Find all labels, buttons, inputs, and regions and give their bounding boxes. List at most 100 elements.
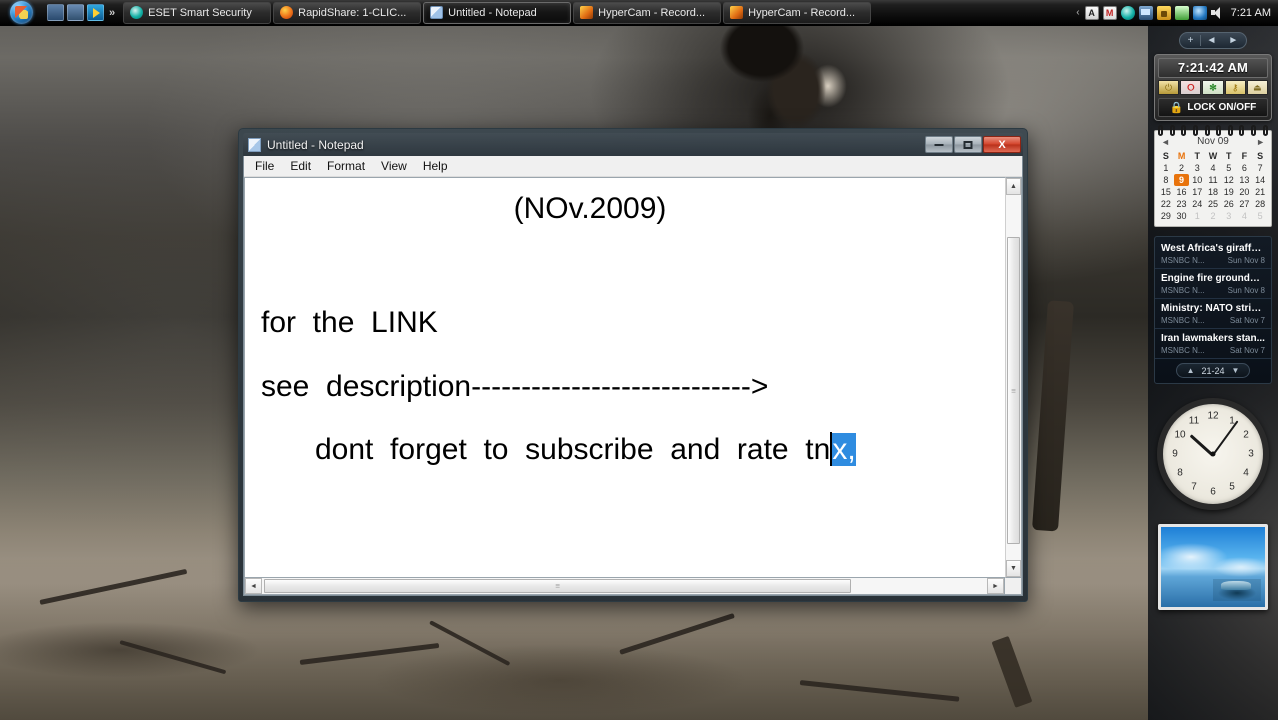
lock-toggle-button[interactable]: 🔒 LOCK ON/OFF [1158,98,1268,117]
security-alert-icon[interactable] [1156,5,1171,20]
calendar-day[interactable]: 30 [1174,210,1190,222]
horizontal-scroll-track[interactable]: ≡ [262,578,987,594]
vertical-scrollbar[interactable]: ▲ ≡ ▼ [1005,177,1022,578]
calendar-day-outside[interactable]: 2 [1205,210,1221,222]
battery-icon[interactable] [1174,5,1189,20]
vertical-scroll-track[interactable]: ≡ [1006,195,1021,560]
taskbar-item-eset[interactable]: ESET Smart Security [123,1,272,24]
horizontal-scroll-thumb[interactable]: ≡ [264,579,852,593]
taskbar-item-hypercam-1[interactable]: HyperCam - Record... [573,1,722,24]
standby-button[interactable]: ⏻ [1158,80,1180,95]
calendar-day[interactable]: 21 [1252,186,1268,198]
network-icon[interactable] [1138,5,1153,20]
vertical-scroll-thumb[interactable]: ≡ [1007,237,1020,544]
menu-format[interactable]: Format [320,157,372,175]
calendar-day[interactable]: 12 [1221,174,1237,186]
scroll-left-button[interactable]: ◄ [245,578,262,594]
news-item[interactable]: West Africa's giraffe... MSNBC N... Sun … [1155,239,1271,269]
calendar-day-outside[interactable]: 3 [1221,210,1237,222]
menu-file[interactable]: File [248,157,281,175]
calendar-day[interactable]: 6 [1237,162,1253,174]
calendar-day-outside[interactable]: 4 [1237,210,1253,222]
calendar-day[interactable]: 10 [1189,174,1205,186]
switch-windows-icon[interactable] [67,4,84,21]
menu-view[interactable]: View [374,157,414,175]
calendar-day[interactable]: 11 [1205,174,1221,186]
eject-button[interactable]: ⏏ [1246,80,1269,95]
calendar-day[interactable]: 24 [1189,198,1205,210]
calendar-day[interactable]: 8 [1158,174,1174,186]
sidebar-next-button[interactable]: ► [1222,33,1244,48]
calendar-day[interactable]: 28 [1252,198,1268,210]
news-item[interactable]: Engine fire grounds ... MSNBC N... Sun N… [1155,269,1271,299]
notepad-window[interactable]: Untitled - Notepad X File Edit Format Vi… [238,128,1028,602]
horizontal-scrollbar[interactable]: ◄ ≡ ► [244,578,1005,595]
news-feed-gadget[interactable]: West Africa's giraffe... MSNBC N... Sun … [1154,236,1272,384]
notepad-text-area[interactable]: (NOv.2009) for the LINK see description-… [244,177,1005,578]
scroll-right-button[interactable]: ► [987,578,1004,594]
minimize-button[interactable] [925,136,953,153]
clock-numeral: 4 [1243,467,1249,479]
calendar-day-outside[interactable]: 5 [1252,210,1268,222]
resize-grip[interactable] [1005,578,1022,595]
calendar-day[interactable]: 5 [1221,162,1237,174]
update-icon[interactable] [1192,5,1207,20]
calendar-day-outside[interactable]: 1 [1189,210,1205,222]
sidebar-prev-button[interactable]: ◄ [1201,33,1223,48]
quick-launch-overflow-icon[interactable]: » [109,7,115,19]
scroll-up-button[interactable]: ▲ [1006,178,1021,195]
slideshow-gadget[interactable] [1148,524,1278,610]
start-button[interactable] [4,0,38,26]
menu-help[interactable]: Help [416,157,455,175]
calendar-day[interactable]: 27 [1237,198,1253,210]
calendar-day[interactable]: 20 [1237,186,1253,198]
mcafee-icon[interactable] [1102,5,1117,20]
calendar-day[interactable]: 25 [1205,198,1221,210]
show-desktop-icon[interactable] [47,4,64,21]
news-prev-page-button[interactable]: ▲ [1187,366,1195,375]
calendar-day[interactable]: 1 [1158,162,1174,174]
calendar-day[interactable]: 7 [1252,162,1268,174]
power-control-gadget[interactable]: 7:21:42 AM ⏻ ⭘ ✻ ⚷ ⏏ 🔒 LOCK ON/OFF [1154,54,1272,121]
calendar-prev-button[interactable]: ◄ [1161,137,1170,147]
add-gadget-button[interactable]: + [1182,33,1200,48]
taskbar-item-rapidshare[interactable]: RapidShare: 1-CLIC... [273,1,422,24]
news-next-page-button[interactable]: ▼ [1232,366,1240,375]
calendar-day[interactable]: 22 [1158,198,1174,210]
notepad-titlebar[interactable]: Untitled - Notepad X [243,133,1023,156]
calendar-day[interactable]: 17 [1189,186,1205,198]
calendar-day[interactable]: 18 [1205,186,1221,198]
calendar-day[interactable]: 26 [1221,198,1237,210]
calendar-day[interactable]: 3 [1189,162,1205,174]
media-player-icon[interactable] [87,4,104,21]
calendar-day[interactable]: 29 [1158,210,1174,222]
calendar-day[interactable]: 13 [1237,174,1253,186]
menu-edit[interactable]: Edit [283,157,318,175]
calendar-day[interactable]: 4 [1205,162,1221,174]
close-button[interactable]: X [983,136,1021,153]
calendar-day[interactable]: 2 [1174,162,1190,174]
restart-button[interactable]: ✻ [1202,80,1224,95]
tray-expand-icon[interactable]: ‹ [1076,7,1079,18]
calendar-gadget[interactable]: ◄ Nov 09 ► S M T W T F S 1 2 3 4 5 6 7 8… [1154,125,1272,227]
logoff-button[interactable]: ⚷ [1224,80,1246,95]
news-item[interactable]: Iran lawmakers stan... MSNBC N... Sat No… [1155,329,1271,359]
maximize-button[interactable] [954,136,982,153]
calendar-day[interactable]: 23 [1174,198,1190,210]
calendar-day[interactable]: 19 [1221,186,1237,198]
scroll-down-button[interactable]: ▼ [1006,560,1021,577]
news-item[interactable]: Ministry: NATO strik... MSNBC N... Sat N… [1155,299,1271,329]
shutdown-button[interactable]: ⭘ [1180,80,1202,95]
language-bar-icon[interactable] [1084,5,1099,20]
calendar-day-today[interactable]: 9 [1173,174,1190,186]
taskbar-clock[interactable]: 7:21 AM [1231,7,1271,19]
taskbar-item-notepad[interactable]: Untitled - Notepad [423,1,572,24]
calendar-day[interactable]: 16 [1174,186,1190,198]
analog-clock-gadget[interactable]: 12 1 2 3 4 5 6 7 8 9 10 11 [1148,398,1278,510]
taskbar-item-hypercam-2[interactable]: HyperCam - Record... [723,1,872,24]
volume-icon[interactable] [1210,6,1224,19]
calendar-next-button[interactable]: ► [1256,137,1265,147]
calendar-day[interactable]: 15 [1158,186,1174,198]
eset-tray-icon[interactable] [1120,5,1135,20]
calendar-day[interactable]: 14 [1252,174,1268,186]
